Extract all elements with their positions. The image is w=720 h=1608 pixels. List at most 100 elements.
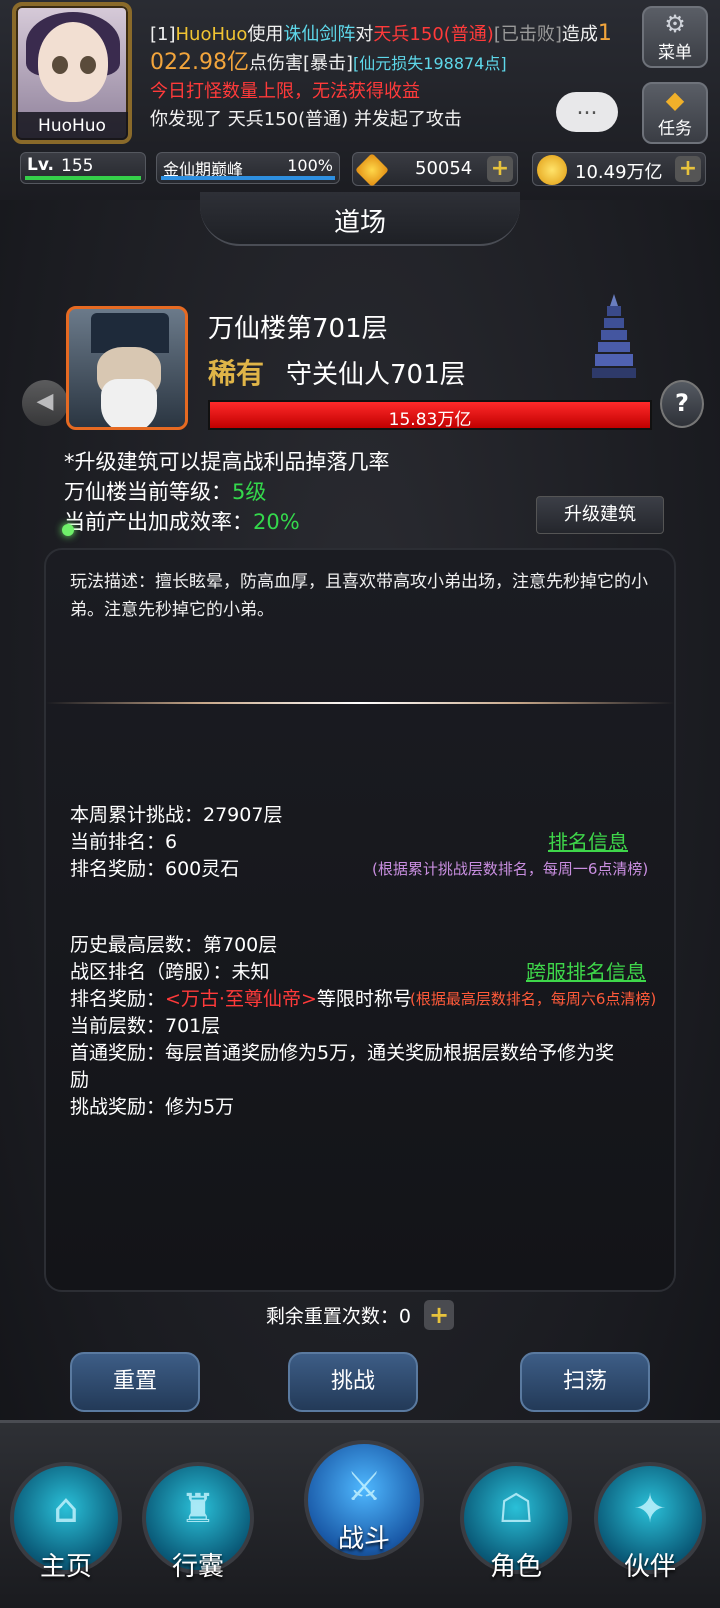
boss-hp-bar: 15.83万亿 xyxy=(208,400,652,430)
sweep-button[interactable]: 扫荡 xyxy=(520,1352,650,1412)
panel-divider xyxy=(46,702,674,704)
add-reset-button[interactable]: + xyxy=(424,1300,455,1330)
current-rank: 当前排名：6 xyxy=(70,831,178,853)
question-icon: ? xyxy=(675,389,689,417)
avatar-eye xyxy=(80,56,96,74)
building-tip: *升级建筑可以提高战利品掉落几率 xyxy=(64,450,390,474)
message-line: 你发现了 天兵150(普通) 并发起了攻击 xyxy=(150,109,462,130)
gear-icon: ⚙ xyxy=(664,10,686,38)
nav-bag-label: 行囊 xyxy=(171,1552,224,1582)
cross-rank-info-note: (根据最高层数排名，每周六6点清榜) xyxy=(410,990,657,1008)
page: { "player": { "name": "HuoHuo", "level_l… xyxy=(0,0,720,1608)
task-button[interactable]: ◆ 任务 xyxy=(642,82,708,144)
player-name: HuoHuo xyxy=(16,112,128,140)
history-best: 历史最高层数：第700层 xyxy=(70,934,278,956)
task-label: 任务 xyxy=(658,119,692,139)
boss-rarity: 稀有 xyxy=(208,357,265,390)
boss-hp-value: 15.83万亿 xyxy=(388,410,472,430)
cross-reward-title: <万古·至尊仙帝> xyxy=(165,988,317,1010)
page-title: 道场 xyxy=(333,208,386,238)
message-text: 造成 xyxy=(561,24,598,45)
cross-reward-suffix: 等限时称号 xyxy=(316,988,412,1010)
nav-bag[interactable]: ♜ 行囊 xyxy=(142,1462,254,1608)
message-damage: 1 xyxy=(597,21,612,46)
top-header: HuoHuo [1]HuoHuo使用诛仙剑阵对天兵150(普通)[已击败]造成1… xyxy=(0,0,720,200)
gold-box: 10.49万亿 + xyxy=(532,152,706,186)
gold-coin-icon xyxy=(537,155,567,185)
message-text: 使用 xyxy=(247,24,284,45)
message-player: HuoHuo xyxy=(175,24,248,45)
boss-portrait xyxy=(66,306,188,430)
building-efficiency-value: 20% xyxy=(253,510,300,534)
boss-name: 守关仙人701层 xyxy=(286,360,466,390)
nav-character[interactable]: ☖ 角色 xyxy=(460,1462,572,1608)
stats-bar: Lv. 155 金仙期巅峰 100% 50054 + 10.49万亿 + xyxy=(0,152,720,192)
level-box: Lv. 155 xyxy=(20,152,146,184)
building-level: 万仙楼当前等级：5级 xyxy=(64,476,266,506)
message-text: 点伤害[暴击] xyxy=(248,53,354,74)
previous-arrow-button[interactable]: ◀ xyxy=(22,380,68,426)
current-floor: 当前层数：701层 xyxy=(70,1015,221,1037)
message-loss: [仙元损失198874点] xyxy=(353,54,507,73)
info-panel: 玩法描述：擅长眩晕，防高血厚，且喜欢带高攻小弟出场，注意先秒掉它的小弟。注意先秒… xyxy=(44,548,676,1292)
message-target: 天兵150(普通) xyxy=(373,24,494,45)
challenge-button[interactable]: 挑战 xyxy=(288,1352,418,1412)
exp-bar xyxy=(25,176,141,180)
reset-button[interactable]: 重置 xyxy=(70,1352,200,1412)
nav-battle-label: 战斗 xyxy=(337,1524,390,1554)
nav-partner-label: 伙伴 xyxy=(623,1552,676,1582)
player-avatar[interactable]: HuoHuo xyxy=(12,2,132,144)
gameplay-description: 玩法描述：擅长眩晕，防高血厚，且喜欢带高攻小弟出场，注意先秒掉它的小弟。注意先秒… xyxy=(70,572,648,620)
help-button[interactable]: ? xyxy=(660,380,704,428)
message-damage: 022.98亿 xyxy=(150,50,249,75)
add-diamond-button[interactable]: + xyxy=(487,156,513,182)
message-line: 今日打怪数量上限，无法获得收益 xyxy=(150,81,420,102)
reset-count-row: 剩余重置次数：0 + xyxy=(0,1300,720,1340)
diamond-icon xyxy=(355,153,389,187)
nav-home-label: 主页 xyxy=(39,1552,92,1582)
building-level-value: 5级 xyxy=(232,480,267,504)
message-text: 对 xyxy=(355,24,374,45)
message-line: [1]HuoHuo使用诛仙剑阵对天兵150(普通)[已击败]造成1 xyxy=(150,20,620,49)
diamond-box: 50054 + xyxy=(352,152,518,187)
menu-label: 菜单 xyxy=(658,43,692,63)
message-skill: 诛仙剑阵 xyxy=(283,24,356,45)
diamond-value: 50054 xyxy=(415,158,473,179)
upgrade-building-button[interactable]: 升级建筑 xyxy=(536,496,664,534)
nav-partner[interactable]: ✦ 伙伴 xyxy=(594,1462,706,1608)
weekly-challenge: 本周累计挑战：27907层 xyxy=(70,804,283,826)
menu-button[interactable]: ⚙ 菜单 xyxy=(642,6,708,68)
tower-icon xyxy=(592,294,636,378)
challenge-reward: 挑战奖励：修为5万 xyxy=(70,1096,235,1118)
avatar-face xyxy=(38,22,108,102)
cross-rank-info-link[interactable]: 跨服排名信息 xyxy=(526,956,646,985)
building-efficiency-label: 当前产出加成效率： xyxy=(64,510,253,534)
chat-bubble-icon: ... xyxy=(576,95,598,120)
message-status: [已击败] xyxy=(493,24,562,45)
battle-message-log: [1]HuoHuo使用诛仙剑阵对天兵150(普通)[已击败]造成1 022.98… xyxy=(150,20,620,134)
level-label: Lv. xyxy=(27,155,54,175)
nav-character-label: 角色 xyxy=(489,1552,542,1582)
first-clear-reward: 首通奖励：每层首通奖励修为5万，通关奖励根据层数给予修为奖 xyxy=(70,1042,615,1064)
message-line: 022.98亿点伤害[暴击][仙元损失198874点] xyxy=(150,49,620,78)
boss-beard xyxy=(101,379,157,427)
nav-home[interactable]: ⌂ 主页 xyxy=(10,1462,122,1608)
reset-count-label: 剩余重置次数：0 xyxy=(265,1305,411,1328)
message-index: [1] xyxy=(150,24,176,45)
rank-info-link[interactable]: 排名信息 xyxy=(548,826,628,855)
avatar-eye xyxy=(52,56,68,74)
first-clear-reward-cont: 励 xyxy=(70,1069,90,1091)
realm-box: 金仙期巅峰 100% xyxy=(156,152,340,184)
zone-rank: 战区排名（跨服）：未知 xyxy=(70,961,270,983)
task-gem-icon: ◆ xyxy=(665,86,685,114)
realm-progress: 100% xyxy=(287,156,333,175)
cross-rank-reward: 排名奖励：<万古·至尊仙帝>等限时称号 xyxy=(70,984,412,1011)
building-level-label: 万仙楼当前等级： xyxy=(64,480,232,504)
cross-reward-label: 排名奖励： xyxy=(70,988,166,1010)
add-gold-button[interactable]: + xyxy=(675,156,701,182)
title-banner: 道场 xyxy=(0,192,720,248)
rank-reward: 排名奖励：600灵石 xyxy=(70,858,240,880)
realm-progress-bar xyxy=(161,176,335,180)
chat-button[interactable]: ... xyxy=(556,92,618,132)
nav-battle[interactable]: ⚔ 战斗 xyxy=(304,1440,424,1586)
